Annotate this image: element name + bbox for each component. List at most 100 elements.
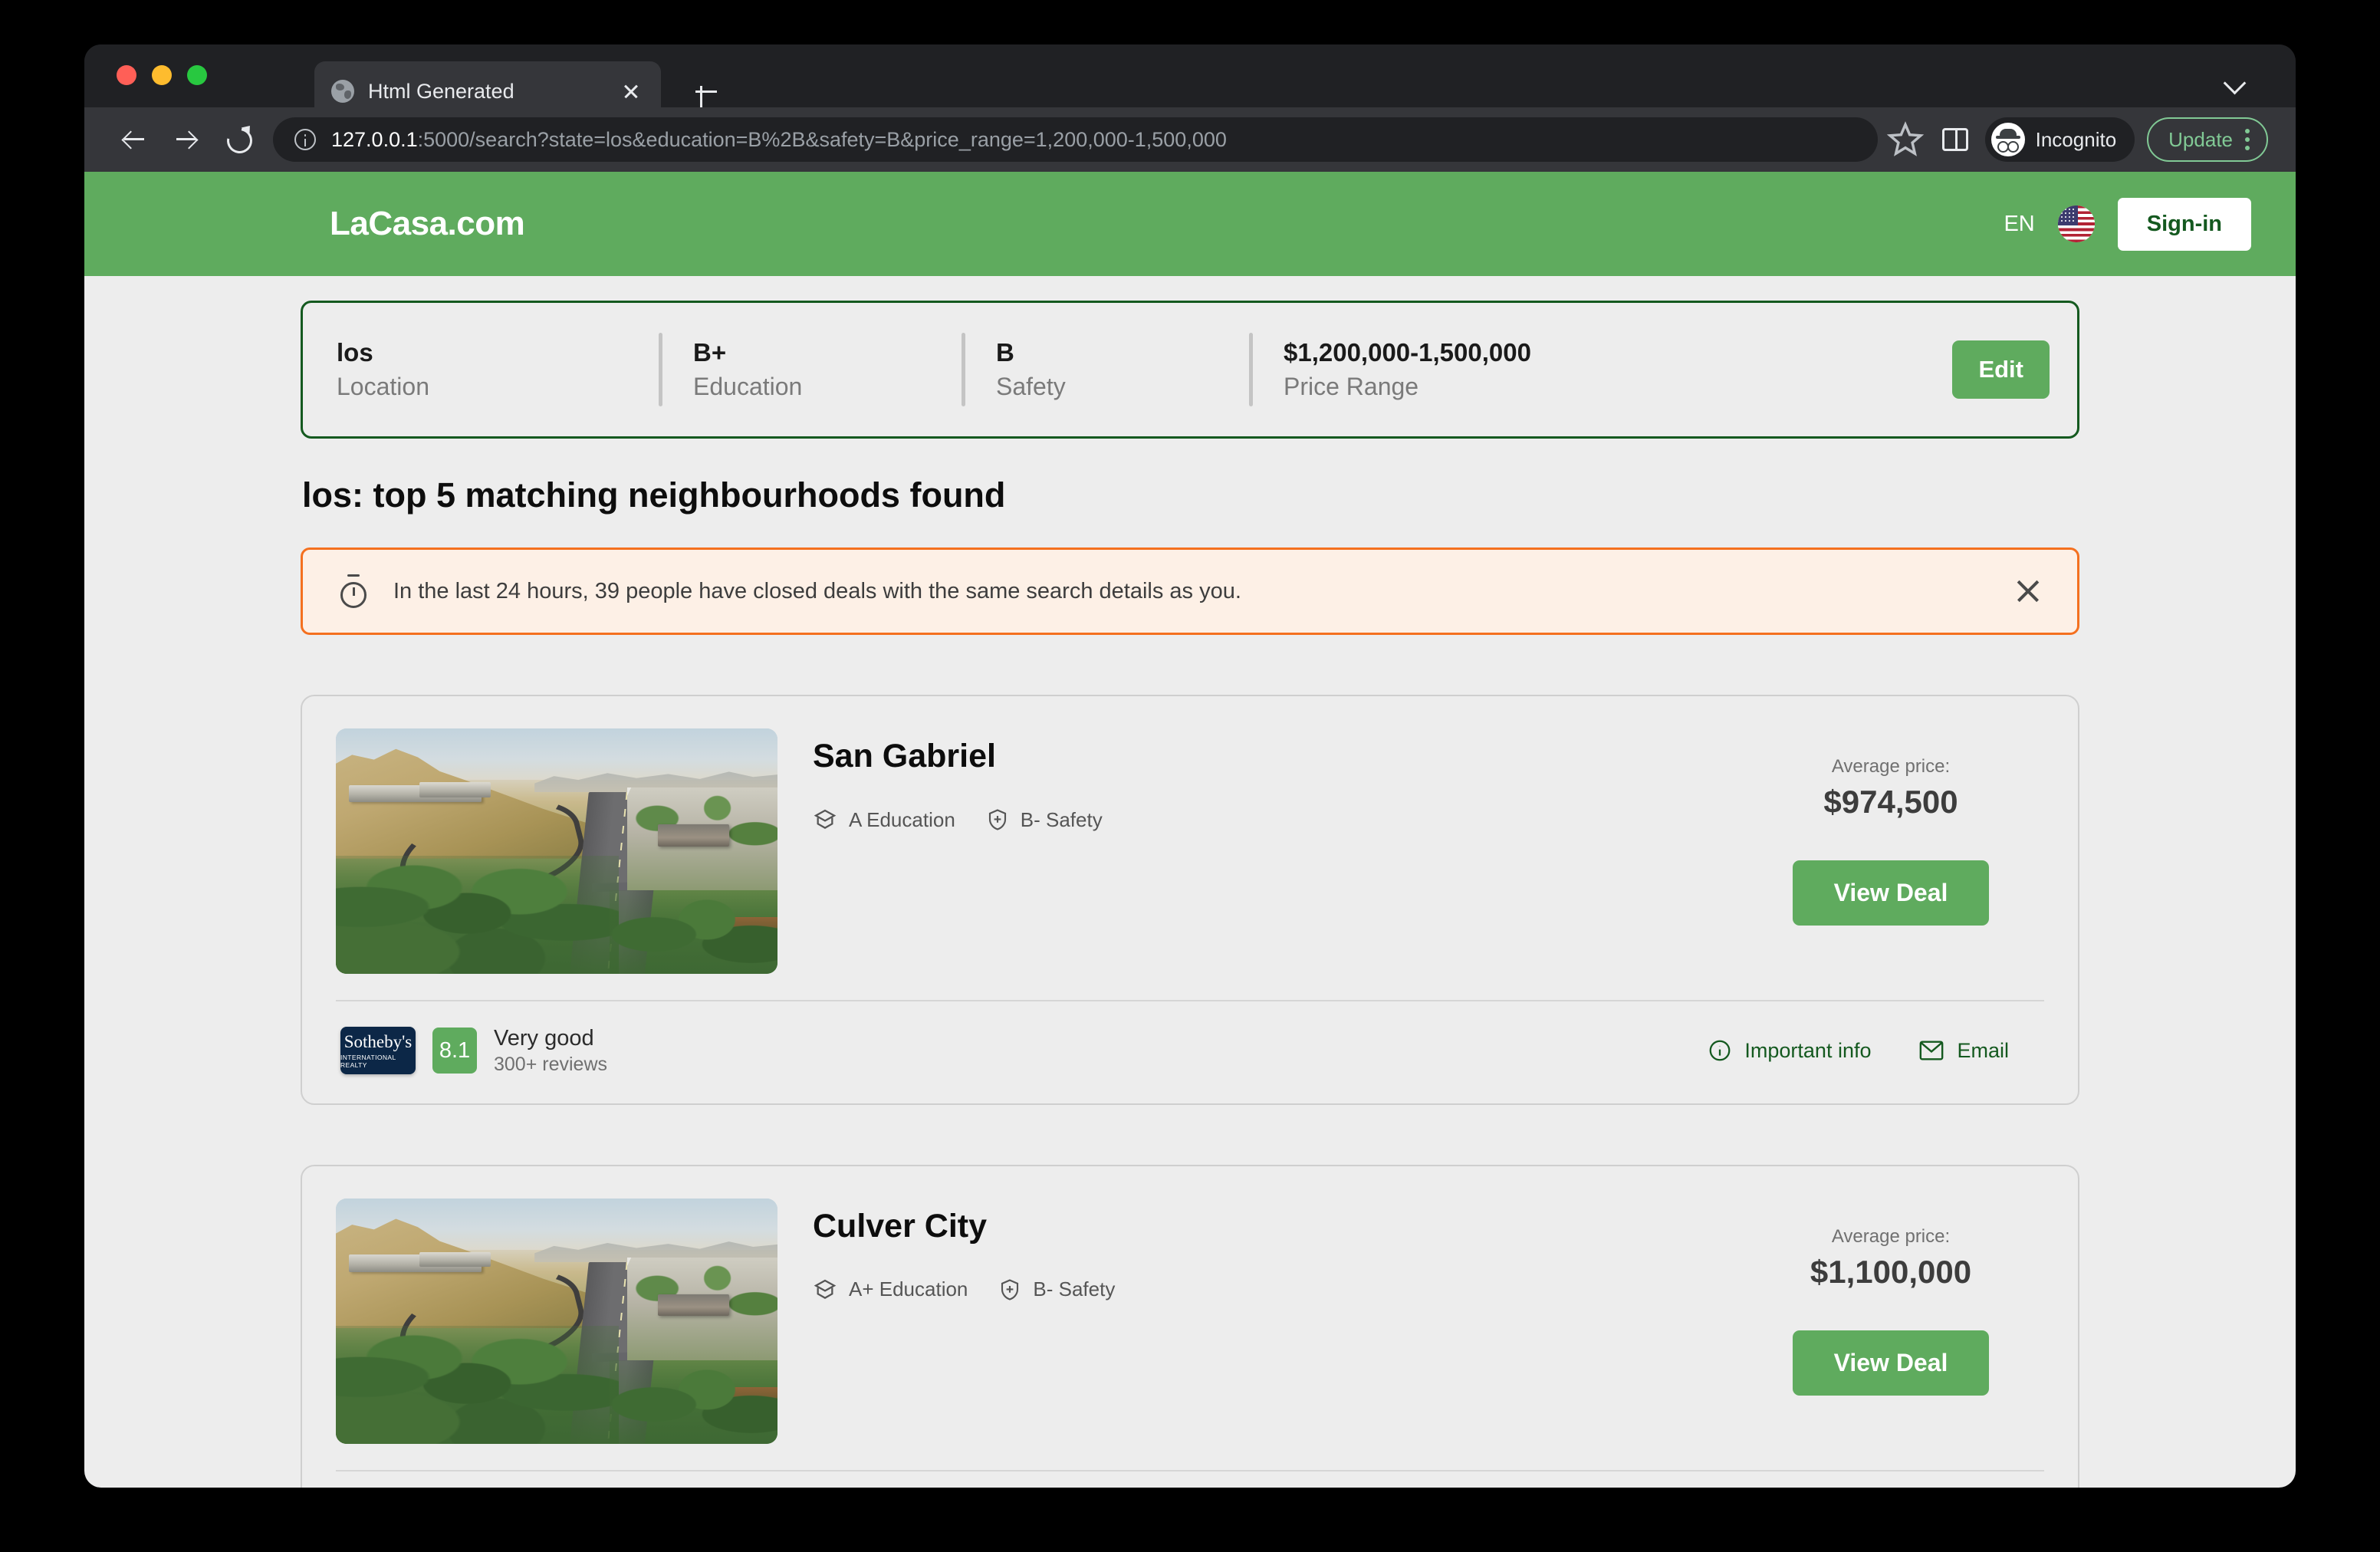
minimize-window-button[interactable] <box>152 65 172 85</box>
filter-education-label: Education <box>693 370 931 403</box>
filter-location[interactable]: los Location <box>337 336 659 403</box>
more-options-icon[interactable] <box>2245 129 2251 150</box>
neighbourhood-card[interactable]: San Gabriel A Education <box>301 695 2079 1105</box>
shield-plus-icon <box>998 1277 1021 1302</box>
filter-price-range[interactable]: $1,200,000-1,500,000 Price Range <box>1284 336 1952 403</box>
edit-search-button[interactable]: Edit <box>1952 340 2050 399</box>
rating-text: Very good 300+ reviews <box>494 1024 607 1077</box>
page-content: LaCasa.com EN Sign-in los Location B+ E <box>84 172 2296 1488</box>
urgency-alert-banner: In the last 24 hours, 39 people have clo… <box>301 547 2079 635</box>
filter-divider <box>659 333 662 406</box>
url-host: 127.0.0.1 <box>331 128 418 151</box>
card-footer: Sotheby's INTERNATIONAL REALTY 8.1 Very … <box>336 1470 2044 1488</box>
card-footer: Sotheby's INTERNATIONAL REALTY 8.1 Very … <box>336 1000 2044 1103</box>
agency-logo: Sotheby's INTERNATIONAL REALTY <box>340 1027 416 1074</box>
safety-badge: B- Safety <box>986 807 1103 832</box>
site-header: LaCasa.com EN Sign-in <box>84 172 2296 276</box>
sign-in-button[interactable]: Sign-in <box>2118 198 2251 251</box>
back-icon[interactable] <box>112 118 155 161</box>
card-price-column: Average price: $974,500 View Deal <box>1737 728 2044 926</box>
graduation-cap-icon <box>813 1277 837 1302</box>
us-flag-icon[interactable] <box>2058 206 2095 242</box>
email-label: Email <box>1957 1039 2009 1063</box>
card-info: Culver City A+ Education <box>777 1199 1737 1302</box>
new-tab-icon[interactable] <box>690 75 722 107</box>
close-icon[interactable] <box>2010 573 2046 610</box>
card-footer-actions: Important info Email <box>1708 1038 2040 1063</box>
view-deal-button[interactable]: View Deal <box>1793 1330 1990 1396</box>
search-filter-bar: los Location B+ Education B Safety $1,20… <box>301 301 2079 439</box>
safety-badge-label: B- Safety <box>1021 808 1103 832</box>
education-badge: A+ Education <box>813 1277 968 1302</box>
important-info-label: Important info <box>1744 1039 1871 1063</box>
side-panel-icon[interactable] <box>1942 128 1968 151</box>
average-price-label: Average price: <box>1832 756 1950 778</box>
filter-safety-value: B <box>996 336 1218 370</box>
window-traffic-lights <box>117 65 207 85</box>
shield-plus-icon <box>986 807 1009 832</box>
close-icon[interactable] <box>618 78 644 104</box>
rating-title: Very good <box>494 1024 607 1052</box>
filter-safety-label: Safety <box>996 370 1218 403</box>
address-bar[interactable]: 127.0.0.1:5000/search?state=los&educatio… <box>273 117 1878 162</box>
rating-review-count: 300+ reviews <box>494 1052 607 1077</box>
bookmark-star-icon[interactable] <box>1885 120 1925 159</box>
maximize-window-button[interactable] <box>187 65 207 85</box>
filter-education-value: B+ <box>693 336 931 370</box>
filter-divider <box>962 333 965 406</box>
filter-location-value: los <box>337 336 628 370</box>
neighbourhood-thumbnail[interactable] <box>336 1199 777 1444</box>
rating-score: 8.1 <box>432 1028 477 1074</box>
view-deal-button[interactable]: View Deal <box>1793 860 1990 926</box>
education-badge: A Education <box>813 807 955 832</box>
close-window-button[interactable] <box>117 65 136 85</box>
neighbourhood-name: Culver City <box>813 1208 1737 1245</box>
card-main: San Gabriel A Education <box>336 728 2044 974</box>
filter-safety[interactable]: B Safety <box>996 336 1249 403</box>
site-logo[interactable]: LaCasa.com <box>330 205 524 243</box>
update-label: Update <box>2168 128 2233 152</box>
card-info: San Gabriel A Education <box>777 728 1737 832</box>
tab-title: Html Generated <box>368 80 618 104</box>
neighbourhood-thumbnail[interactable] <box>336 728 777 974</box>
neighbourhood-card[interactable]: Culver City A+ Education <box>301 1165 2079 1488</box>
incognito-label: Incognito <box>2036 128 2117 152</box>
info-icon <box>1708 1038 1732 1063</box>
email-link[interactable]: Email <box>1918 1039 2009 1063</box>
chevron-down-icon[interactable] <box>2224 72 2245 94</box>
filter-price-label: Price Range <box>1284 370 1921 403</box>
browser-toolbar: 127.0.0.1:5000/search?state=los&educatio… <box>84 107 2296 172</box>
url-path: :5000/search?state=los&education=B%2B&sa… <box>418 128 1227 151</box>
card-badges: A+ Education B- Safety <box>813 1277 1737 1302</box>
filter-education[interactable]: B+ Education <box>693 336 962 403</box>
alert-message: In the last 24 hours, 39 people have clo… <box>393 579 2010 604</box>
safety-badge: B- Safety <box>998 1277 1115 1302</box>
incognito-profile-button[interactable]: Incognito <box>1985 117 2135 162</box>
important-info-link[interactable]: Important info <box>1708 1038 1871 1063</box>
average-price-value: $1,100,000 <box>1810 1254 1971 1291</box>
safety-badge-label: B- Safety <box>1033 1277 1115 1301</box>
site-info-icon[interactable] <box>294 129 316 150</box>
neighbourhood-name: San Gabriel <box>813 738 1737 775</box>
filter-location-label: Location <box>337 370 628 403</box>
language-selector[interactable]: EN <box>2004 212 2034 237</box>
graduation-cap-icon <box>813 807 837 832</box>
envelope-icon <box>1918 1039 1944 1062</box>
education-badge-label: A Education <box>849 808 955 832</box>
card-price-column: Average price: $1,100,000 View Deal <box>1737 1199 2044 1396</box>
browser-tab-strip: Html Generated <box>84 44 2296 107</box>
agency-subtitle: INTERNATIONAL REALTY <box>340 1054 416 1069</box>
results-heading: los: top 5 matching neighbourhoods found <box>302 475 2079 515</box>
url-text: 127.0.0.1:5000/search?state=los&educatio… <box>331 128 1227 152</box>
card-badges: A Education B- Safety <box>813 807 1737 832</box>
average-price-label: Average price: <box>1832 1226 1950 1248</box>
agency-name: Sotheby's <box>344 1033 413 1051</box>
forward-icon[interactable] <box>164 118 207 161</box>
reload-icon[interactable] <box>216 118 259 161</box>
content-container: los Location B+ Education B Safety $1,20… <box>301 276 2079 1488</box>
education-badge-label: A+ Education <box>849 1277 968 1301</box>
filter-divider <box>1249 333 1253 406</box>
stopwatch-icon <box>338 574 369 608</box>
update-button[interactable]: Update <box>2147 117 2268 162</box>
incognito-icon <box>1991 123 2025 156</box>
